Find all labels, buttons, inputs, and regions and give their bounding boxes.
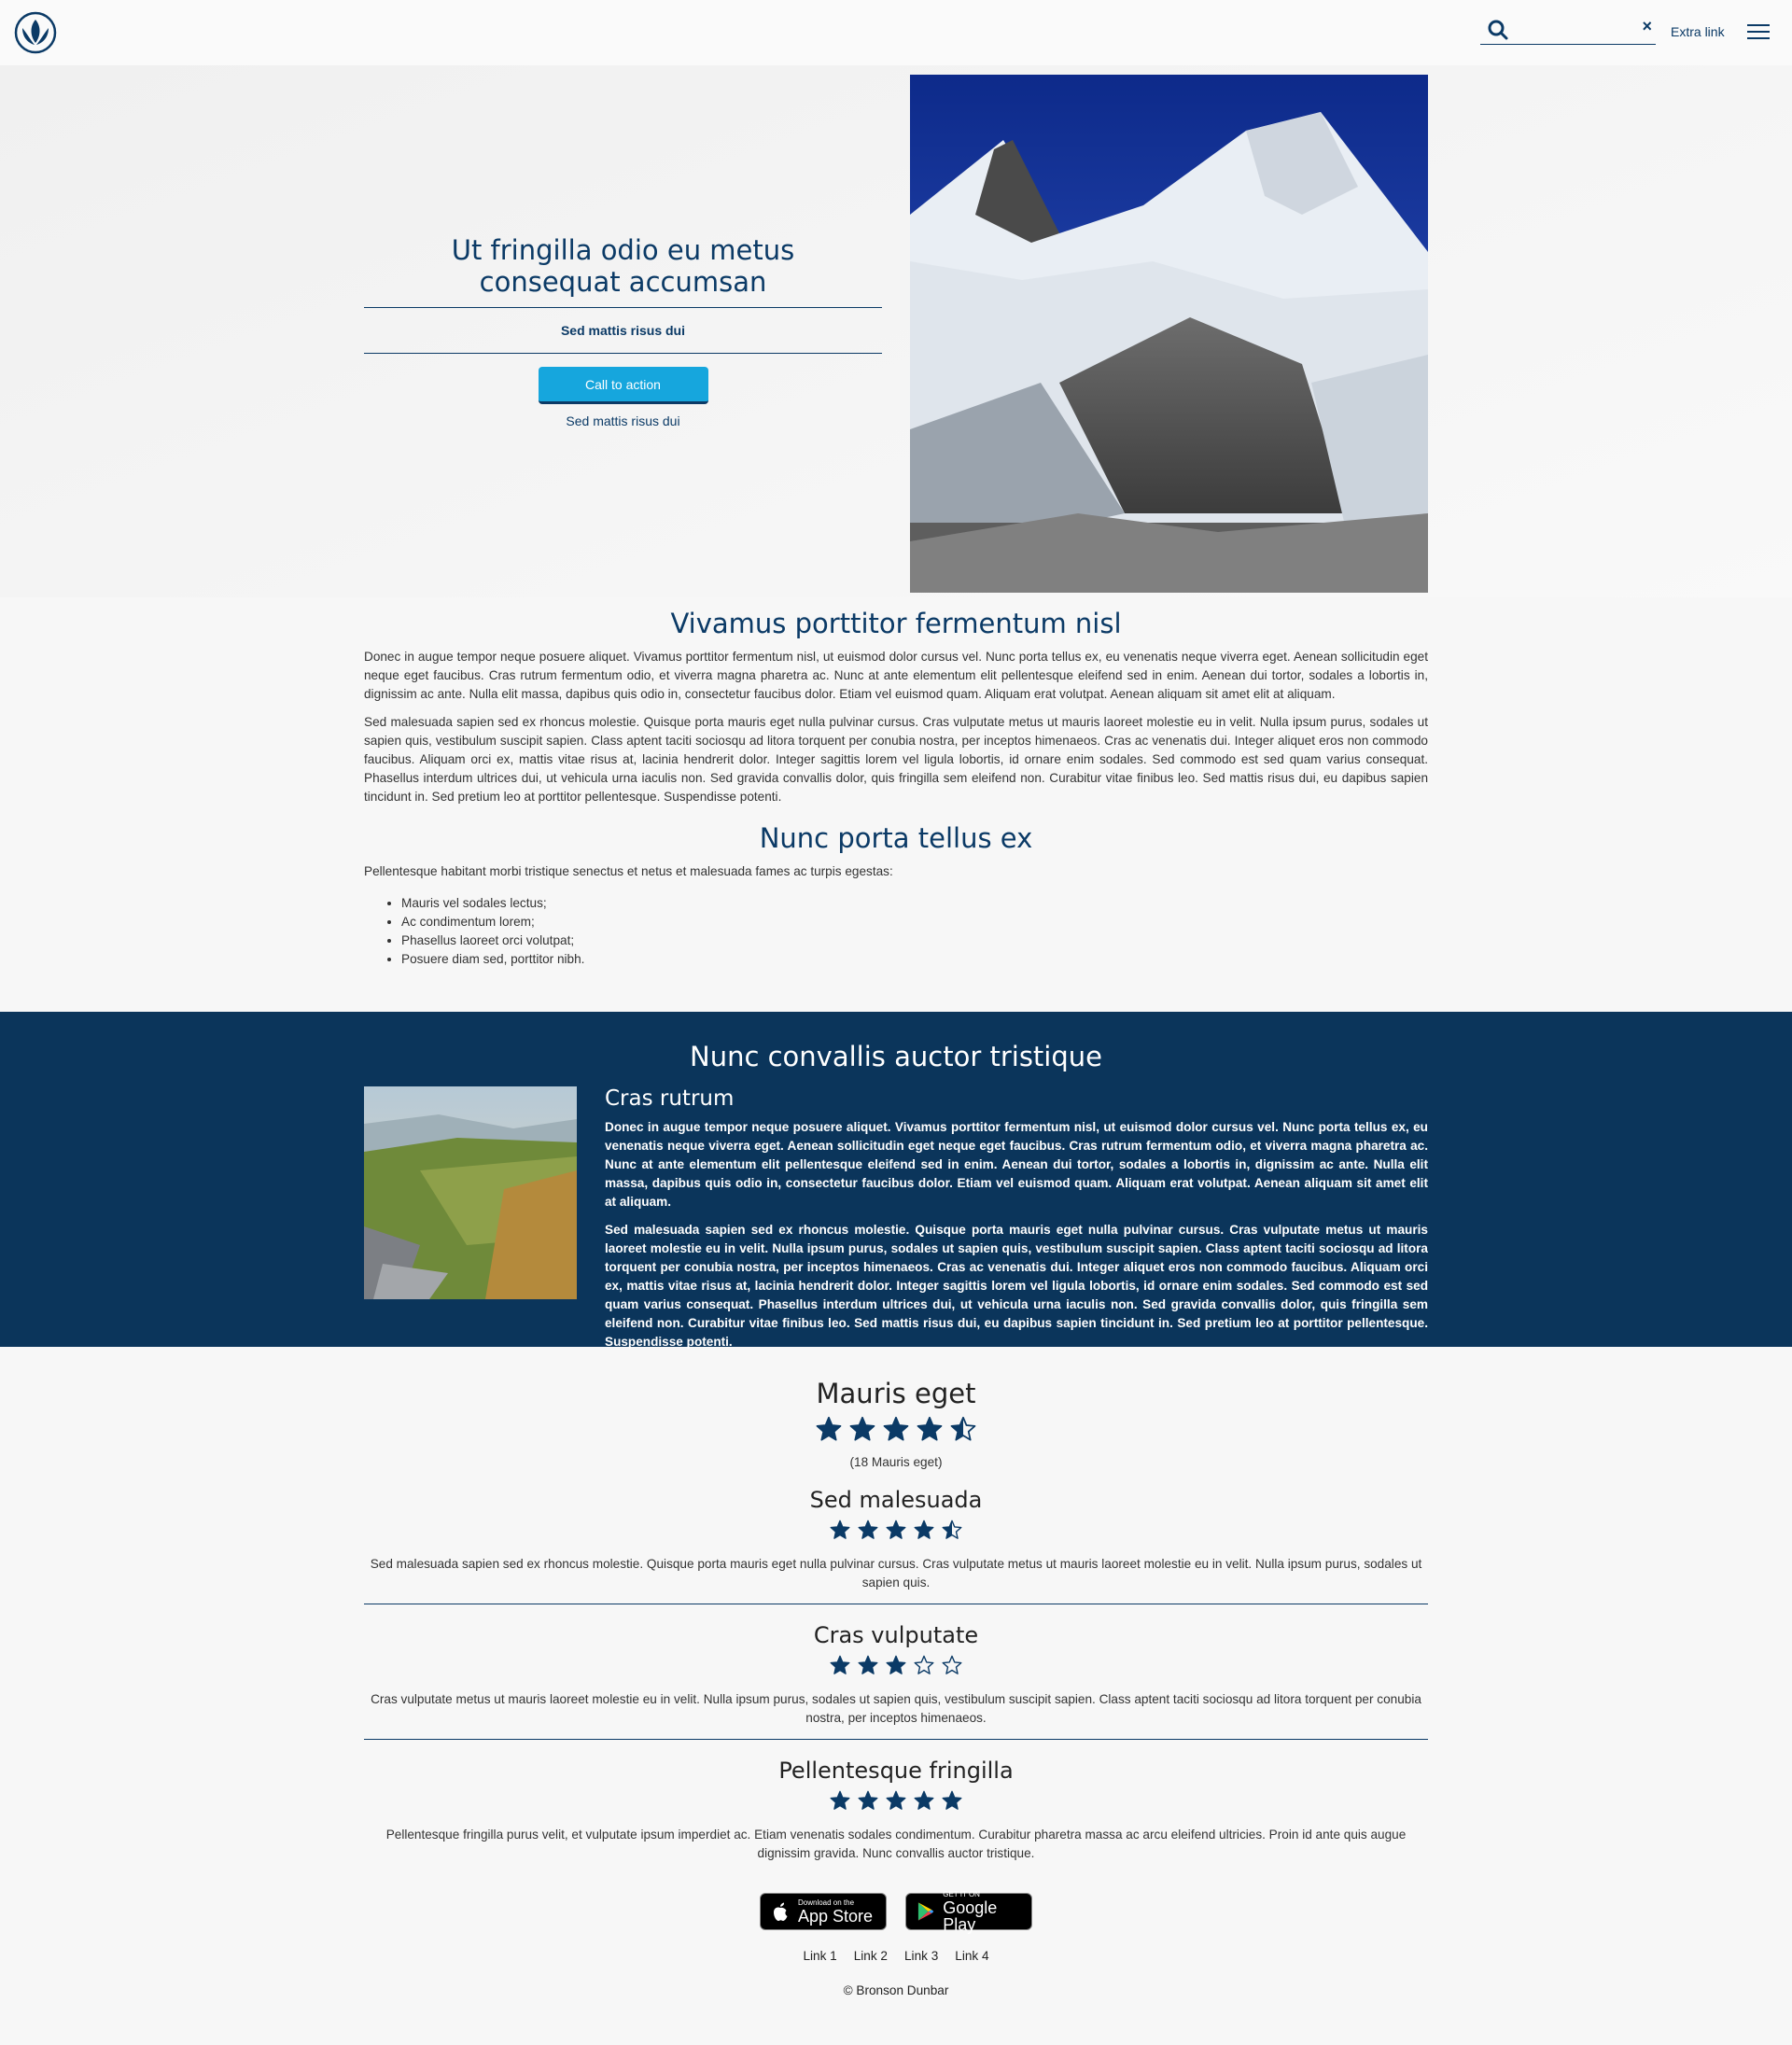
app-badges: Download on the App Store GET IT ON Goog… xyxy=(0,1889,1792,1934)
band-paragraph: Sed malesuada sapien sed ex rhoncus mole… xyxy=(605,1223,1428,1349)
review-item: Sed malesuada Sed malesuada sapien sed e… xyxy=(364,1469,1428,1604)
google-play-badge[interactable]: GET IT ON Google Play xyxy=(905,1889,1032,1934)
app-store-big-text: App Store xyxy=(798,1906,874,1926)
star-icon xyxy=(942,1520,962,1539)
star-icon xyxy=(942,1655,962,1674)
list-intro: Pellentesque habitant morbi tristique se… xyxy=(364,864,893,878)
google-play-big-text: Google Play xyxy=(943,1898,998,1934)
apple-icon xyxy=(774,1902,788,1921)
list-item: Ac condimentum lorem; xyxy=(401,913,1428,931)
review-item: Pellentesque fringilla Pellentesque frin… xyxy=(364,1740,1428,1874)
star-icon xyxy=(886,1790,906,1810)
article-paragraph: Sed malesuada sapien sed ex rhoncus mole… xyxy=(364,715,1428,804)
star-icon xyxy=(914,1790,934,1810)
call-to-action-button[interactable]: Call to action xyxy=(538,367,708,404)
hero-section: Ut fringilla odio eu metus consequat acc… xyxy=(0,65,1792,597)
hero-note: Sed mattis risus dui xyxy=(566,413,680,428)
list-section-title: Nunc porta tellus ex xyxy=(759,822,1033,854)
footer-link-1[interactable]: Link 1 xyxy=(803,1949,836,1963)
reviews-section: Mauris eget (18 Mauris eget) Sed malesua… xyxy=(364,1347,1428,1874)
review-text: Pellentesque fringilla purus velit, et v… xyxy=(385,1828,1407,1860)
review-text: Cras vulputate metus ut mauris laoreet m… xyxy=(371,1692,1421,1725)
star-icon xyxy=(858,1520,878,1539)
star-icon xyxy=(858,1790,878,1810)
bullet-list: Mauris vel sodales lectus; Ac condimentu… xyxy=(401,894,1428,969)
star-icon xyxy=(886,1655,906,1674)
star-icon xyxy=(816,1416,842,1441)
logo-icon[interactable] xyxy=(13,11,58,54)
star-icon xyxy=(830,1520,850,1539)
band-text-block: Cras rutrum Donec in augue tempor neque … xyxy=(605,1086,1428,1361)
list-section: Nunc porta tellus ex Pellentesque habita… xyxy=(364,821,1428,969)
band-title: Nunc convallis auctor tristique xyxy=(690,1041,1102,1072)
footer: Download on the App Store GET IT ON Goog… xyxy=(0,1889,1792,2018)
hero-text-block: Ut fringilla odio eu metus consequat acc… xyxy=(364,65,882,597)
review-title: Pellentesque fringilla xyxy=(778,1758,1014,1784)
footer-link-3[interactable]: Link 3 xyxy=(904,1949,938,1963)
review-count: (18 Mauris eget) xyxy=(849,1455,943,1469)
review-item: Cras vulputate Cras vulputate metus ut m… xyxy=(364,1604,1428,1740)
hero-mountain-image xyxy=(910,75,1428,593)
hero-subtitle: Sed mattis risus dui xyxy=(364,307,882,354)
star-icon xyxy=(950,1416,976,1441)
review-rating-stars xyxy=(364,1520,1428,1540)
band-paragraph: Donec in augue tempor neque posuere aliq… xyxy=(605,1120,1428,1209)
search-box: × xyxy=(1480,15,1656,45)
star-icon xyxy=(942,1790,962,1810)
list-item: Posuere diam sed, porttitor nibh. xyxy=(401,950,1428,969)
article-title: Vivamus porttitor fermentum nisl xyxy=(670,608,1122,639)
star-icon xyxy=(830,1790,850,1810)
review-title: Sed malesuada xyxy=(809,1487,983,1513)
top-navbar: × Extra link xyxy=(0,0,1792,65)
star-icon xyxy=(917,1416,943,1441)
review-text: Sed malesuada sapien sed ex rhoncus mole… xyxy=(370,1557,1422,1590)
close-icon[interactable]: × xyxy=(1642,17,1652,36)
list-item: Mauris vel sodales lectus; xyxy=(401,894,1428,913)
feature-band: Nunc convallis auctor tristique Cras rut… xyxy=(0,1012,1792,1349)
review-rating-stars xyxy=(364,1790,1428,1811)
star-icon xyxy=(914,1655,934,1674)
footer-links: Link 1 Link 2 Link 3 Link 4 xyxy=(0,1949,1792,1963)
review-title: Cras vulputate xyxy=(813,1622,979,1648)
app-store-badge[interactable]: Download on the App Store xyxy=(760,1893,887,1930)
search-input[interactable] xyxy=(1514,19,1626,41)
google-play-small-text: GET IT ON xyxy=(943,1889,980,1898)
reviews-title: Mauris eget xyxy=(816,1378,976,1409)
star-icon xyxy=(849,1416,875,1441)
list-item: Phasellus laoreet orci volutpat; xyxy=(401,931,1428,950)
star-icon xyxy=(858,1655,878,1674)
hero-title: Ut fringilla odio eu metus consequat acc… xyxy=(451,234,795,298)
star-icon xyxy=(830,1655,850,1674)
footer-link-2[interactable]: Link 2 xyxy=(854,1949,888,1963)
landscape-image xyxy=(364,1086,577,1299)
search-icon[interactable] xyxy=(1487,19,1509,41)
star-icon xyxy=(914,1520,934,1539)
star-icon xyxy=(886,1520,906,1539)
band-subtitle: Cras rutrum xyxy=(605,1086,735,1111)
star-icon xyxy=(883,1416,909,1441)
app-store-small-text: Download on the xyxy=(798,1898,855,1907)
copyright: © Bronson Dunbar xyxy=(843,1983,949,1997)
overall-rating-stars xyxy=(364,1416,1428,1442)
hamburger-menu-icon[interactable] xyxy=(1747,24,1770,41)
extra-link[interactable]: Extra link xyxy=(1671,24,1725,39)
article-paragraph: Donec in augue tempor neque posuere aliq… xyxy=(364,650,1428,701)
main-content: Vivamus porttitor fermentum nisl Donec i… xyxy=(364,597,1428,969)
footer-link-4[interactable]: Link 4 xyxy=(955,1949,988,1963)
google-play-icon xyxy=(917,1902,934,1921)
review-rating-stars xyxy=(364,1655,1428,1675)
